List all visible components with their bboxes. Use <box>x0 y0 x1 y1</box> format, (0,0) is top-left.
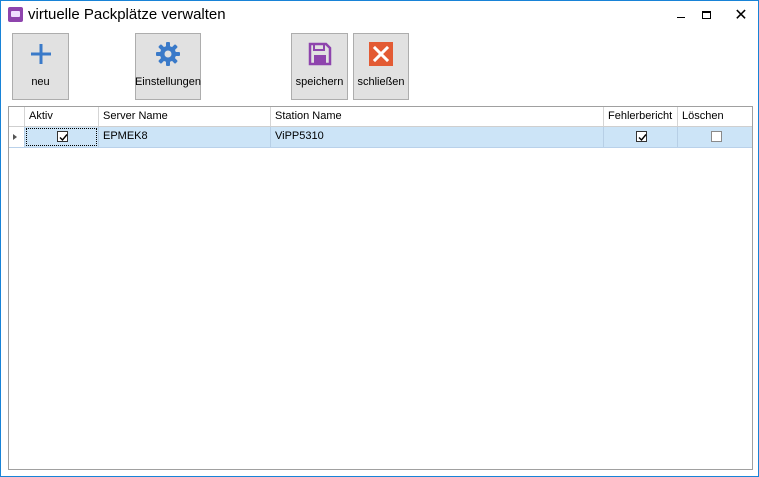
table-row[interactable]: EPMEK8 ViPP5310 <box>9 127 752 148</box>
maximize-icon <box>701 10 711 19</box>
row-header-corner <box>9 107 25 126</box>
column-header-fehlerbericht[interactable]: Fehlerbericht <box>604 107 678 126</box>
row-header[interactable] <box>9 127 25 147</box>
cell-station-name[interactable]: ViPP5310 <box>271 127 604 147</box>
column-header-loeschen[interactable]: Löschen <box>678 107 752 126</box>
checkmark-icon <box>638 134 647 142</box>
gear-icon <box>153 39 183 69</box>
einstellungen-button-label: Einstellungen <box>134 76 202 88</box>
cell-loeschen[interactable] <box>678 127 752 147</box>
app-icon <box>8 7 23 22</box>
close-icon: ✕ <box>734 4 748 24</box>
close-x-icon <box>366 39 396 69</box>
window-close-button[interactable]: ✕ <box>724 1 758 28</box>
grid-header: Aktiv Server Name Station Name Fehlerber… <box>9 107 752 127</box>
main-window: virtuelle Packplätze verwalten ✕ neu Ein… <box>0 0 759 477</box>
cell-server-name[interactable]: EPMEK8 <box>99 127 271 147</box>
window-title: virtuelle Packplätze verwalten <box>28 6 226 23</box>
column-header-station-name[interactable]: Station Name <box>271 107 604 126</box>
einstellungen-button[interactable]: Einstellungen <box>135 33 201 100</box>
column-header-server-name[interactable]: Server Name <box>99 107 271 126</box>
maximize-button[interactable] <box>688 1 724 28</box>
aktiv-checkbox[interactable] <box>57 131 68 142</box>
floppy-disk-icon <box>305 39 335 69</box>
fehlerbericht-checkbox[interactable] <box>636 131 647 142</box>
schliessen-button-label: schließen <box>357 76 405 88</box>
loeschen-checkbox[interactable] <box>711 131 722 142</box>
toolbar: neu Einstellungen speichern schließen <box>1 28 758 104</box>
neu-button-label: neu <box>31 76 50 88</box>
column-header-aktiv[interactable]: Aktiv <box>25 107 99 126</box>
minimize-icon <box>677 17 685 18</box>
cell-aktiv[interactable] <box>25 127 99 147</box>
title-bar[interactable]: virtuelle Packplätze verwalten ✕ <box>1 1 758 28</box>
packplatz-grid[interactable]: Aktiv Server Name Station Name Fehlerber… <box>8 106 753 470</box>
neu-button[interactable]: neu <box>12 33 69 100</box>
speichern-button[interactable]: speichern <box>291 33 348 100</box>
current-row-indicator-icon <box>13 134 17 140</box>
plus-icon <box>26 39 56 69</box>
checkmark-icon <box>59 134 68 142</box>
speichern-button-label: speichern <box>295 76 344 88</box>
cell-fehlerbericht[interactable] <box>604 127 678 147</box>
schliessen-button[interactable]: schließen <box>353 33 409 100</box>
